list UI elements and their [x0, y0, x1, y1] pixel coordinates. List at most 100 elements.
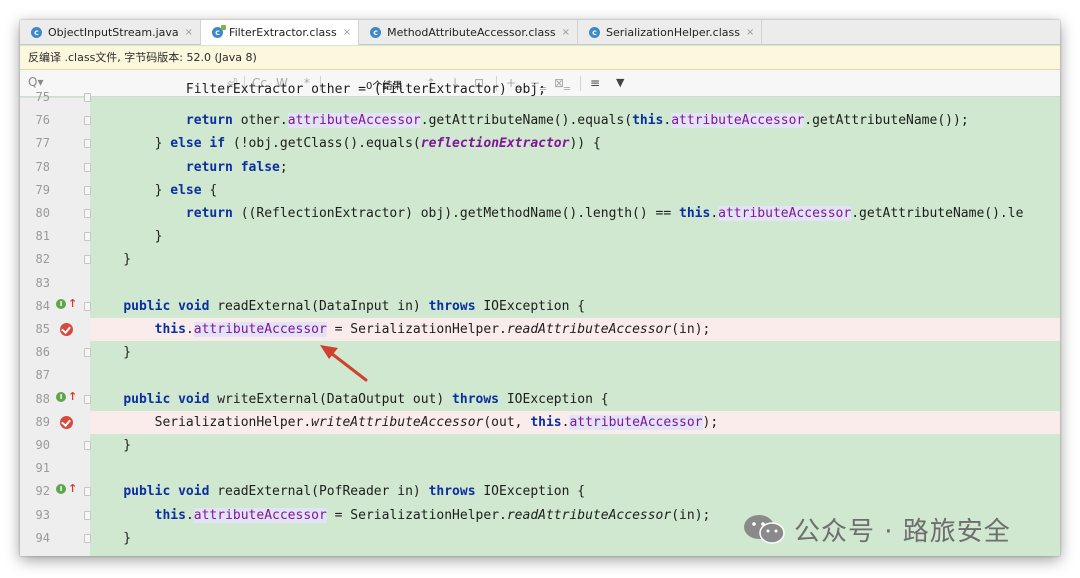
- close-tab-icon[interactable]: ×: [185, 27, 193, 38]
- code-token: IOException {: [475, 298, 586, 314]
- go-to-super-icon[interactable]: ↑: [68, 297, 77, 310]
- fold-marker-icon[interactable]: [84, 162, 91, 172]
- go-to-super-icon[interactable]: ↑: [68, 482, 77, 495]
- implements-method-icon[interactable]: I: [56, 391, 66, 402]
- code-token: IOException {: [499, 391, 609, 407]
- code-line[interactable]: 86 }: [20, 341, 1060, 364]
- breakpoint-icon[interactable]: [60, 415, 73, 429]
- go-to-super-icon[interactable]: ↑: [68, 390, 77, 403]
- code-token: ((ReflectionExtractor) obj).getMethodNam…: [232, 206, 680, 221]
- code-line[interactable]: 90 }: [20, 434, 1060, 457]
- line-number: 88: [35, 391, 50, 406]
- code-text: public void readExternal(DataInput in) t…: [92, 295, 585, 318]
- decompiled-notice: 反编译 .class文件, 字节码版本: 52.0 (Java 8): [20, 46, 1060, 70]
- method-token: writeAttributeAccessor: [311, 414, 484, 430]
- fold-marker-icon[interactable]: [84, 116, 91, 126]
- code-token: IOException {: [475, 484, 586, 500]
- code-line[interactable]: 77 } else if (!obj.getClass().equals(ref…: [20, 132, 1060, 155]
- field-token: attributeAccessor: [193, 507, 327, 523]
- code-token: .: [185, 322, 194, 337]
- code-editor[interactable]: 75 FilterExtractor other = (FilterExtrac…: [20, 82, 1060, 556]
- code-line[interactable]: 83: [20, 272, 1060, 295]
- line-number: 76: [35, 113, 50, 128]
- code-token: }: [92, 345, 132, 361]
- tab-label: MethodAttributeAccessor.class: [387, 26, 556, 39]
- line-number: 80: [35, 206, 50, 220]
- code-text: SerializationHelper.writeAttributeAccess…: [92, 411, 718, 434]
- code-line[interactable]: 78 return false;: [20, 156, 1060, 179]
- keyword-token: return false: [185, 159, 280, 175]
- fold-marker-icon[interactable]: [84, 394, 91, 404]
- code-token: .: [185, 507, 194, 523]
- fold-marker-icon[interactable]: [84, 301, 91, 311]
- fold-marker-icon[interactable]: [84, 185, 91, 195]
- fold-marker-icon[interactable]: [84, 510, 91, 520]
- code-line[interactable]: 88 I ↑ public void writeExternal(DataOutpu…: [20, 388, 1060, 411]
- tab-label: SerializationHelper.class: [606, 26, 740, 39]
- code-text: public void writeExternal(DataOutput out…: [92, 388, 609, 411]
- fold-marker-icon[interactable]: [84, 533, 91, 543]
- code-line[interactable]: 92 I ↑ public void readExternal(PofReader …: [20, 480, 1060, 503]
- line-number: 75: [35, 90, 50, 104]
- code-text: this.attributeAccessor = SerializationHe…: [92, 504, 710, 527]
- keyword-token: this: [530, 414, 562, 430]
- breakpoint-icon[interactable]: [60, 323, 73, 336]
- code-line[interactable]: 81 }: [20, 225, 1060, 248]
- keyword-token: else: [170, 182, 202, 198]
- line-number: 82: [35, 252, 50, 267]
- method-token: readAttributeAccessor: [506, 322, 672, 337]
- code-token: (!obj.getClass().equals(: [225, 136, 421, 152]
- code-line[interactable]: 79 } else {: [20, 179, 1060, 202]
- fold-marker-icon[interactable]: [84, 487, 91, 497]
- code-line-breakpoint[interactable]: 85 this.attributeAccessor = Serializatio…: [20, 318, 1060, 341]
- fold-marker-icon[interactable]: [84, 441, 91, 450]
- code-token: ;: [279, 159, 288, 175]
- fold-marker-icon[interactable]: [84, 255, 91, 265]
- keyword-token: public void: [123, 391, 210, 407]
- close-tab-icon[interactable]: ×: [746, 27, 754, 38]
- implements-method-icon[interactable]: I: [56, 298, 66, 309]
- keyword-token: this: [632, 113, 664, 129]
- fold-marker-icon[interactable]: [84, 139, 91, 149]
- field-token: attributeAccessor: [718, 206, 852, 221]
- keyword-token: return: [185, 206, 233, 221]
- editor-tab[interactable]: c MethodAttributeAccessor.class ×: [359, 20, 579, 45]
- code-text: public void readExternal(PofReader in) t…: [92, 480, 585, 503]
- line-number: 94: [35, 530, 50, 545]
- line-number: 78: [35, 159, 50, 174]
- code-line[interactable]: 91: [20, 457, 1060, 480]
- code-line[interactable]: 76 return other.attributeAccessor.getAtt…: [20, 109, 1060, 132]
- code-line-breakpoint[interactable]: 89 SerializationHelper.writeAttributeAcc…: [20, 410, 1060, 434]
- editor-tab[interactable]: c ObjectInputStream.java ×: [20, 20, 202, 45]
- code-line[interactable]: 84 I ↑ public void readExternal(DataInput …: [20, 295, 1060, 318]
- code-token: )) {: [569, 136, 601, 152]
- code-text: }: [92, 225, 163, 248]
- line-number: 84: [35, 298, 50, 313]
- fold-marker-icon[interactable]: [84, 232, 91, 242]
- field-token: attributeAccessor: [569, 414, 703, 430]
- fold-marker-icon[interactable]: [84, 209, 91, 218]
- code-token: }: [92, 229, 163, 245]
- implements-method-icon[interactable]: I: [56, 484, 66, 495]
- close-tab-icon[interactable]: ×: [562, 27, 570, 38]
- code-line[interactable]: 87: [20, 364, 1060, 387]
- code-token: }: [92, 530, 132, 546]
- line-number: 83: [35, 275, 50, 290]
- close-tab-icon[interactable]: ×: [343, 27, 351, 38]
- fold-marker-icon[interactable]: [84, 93, 91, 102]
- code-text: } else {: [92, 179, 218, 202]
- editor-tab[interactable]: c SerializationHelper.class ×: [578, 20, 763, 45]
- method-token: readAttributeAccessor: [506, 507, 672, 523]
- code-line[interactable]: 82 }: [20, 248, 1060, 271]
- code-line[interactable]: 75 FilterExtractor other = (FilterExtrac…: [20, 82, 1060, 109]
- class-file-icon: c: [589, 27, 601, 38]
- code-token: readExternal(DataInput in): [209, 298, 429, 314]
- line-number: 85: [35, 322, 50, 336]
- code-text: return false;: [92, 156, 288, 179]
- line-number: 87: [35, 368, 50, 383]
- fold-marker-icon[interactable]: [84, 348, 91, 358]
- editor-tab[interactable]: c FilterExtractor.class ×: [201, 20, 360, 45]
- code-line[interactable]: 80 return ((ReflectionExtractor) obj).ge…: [20, 202, 1060, 225]
